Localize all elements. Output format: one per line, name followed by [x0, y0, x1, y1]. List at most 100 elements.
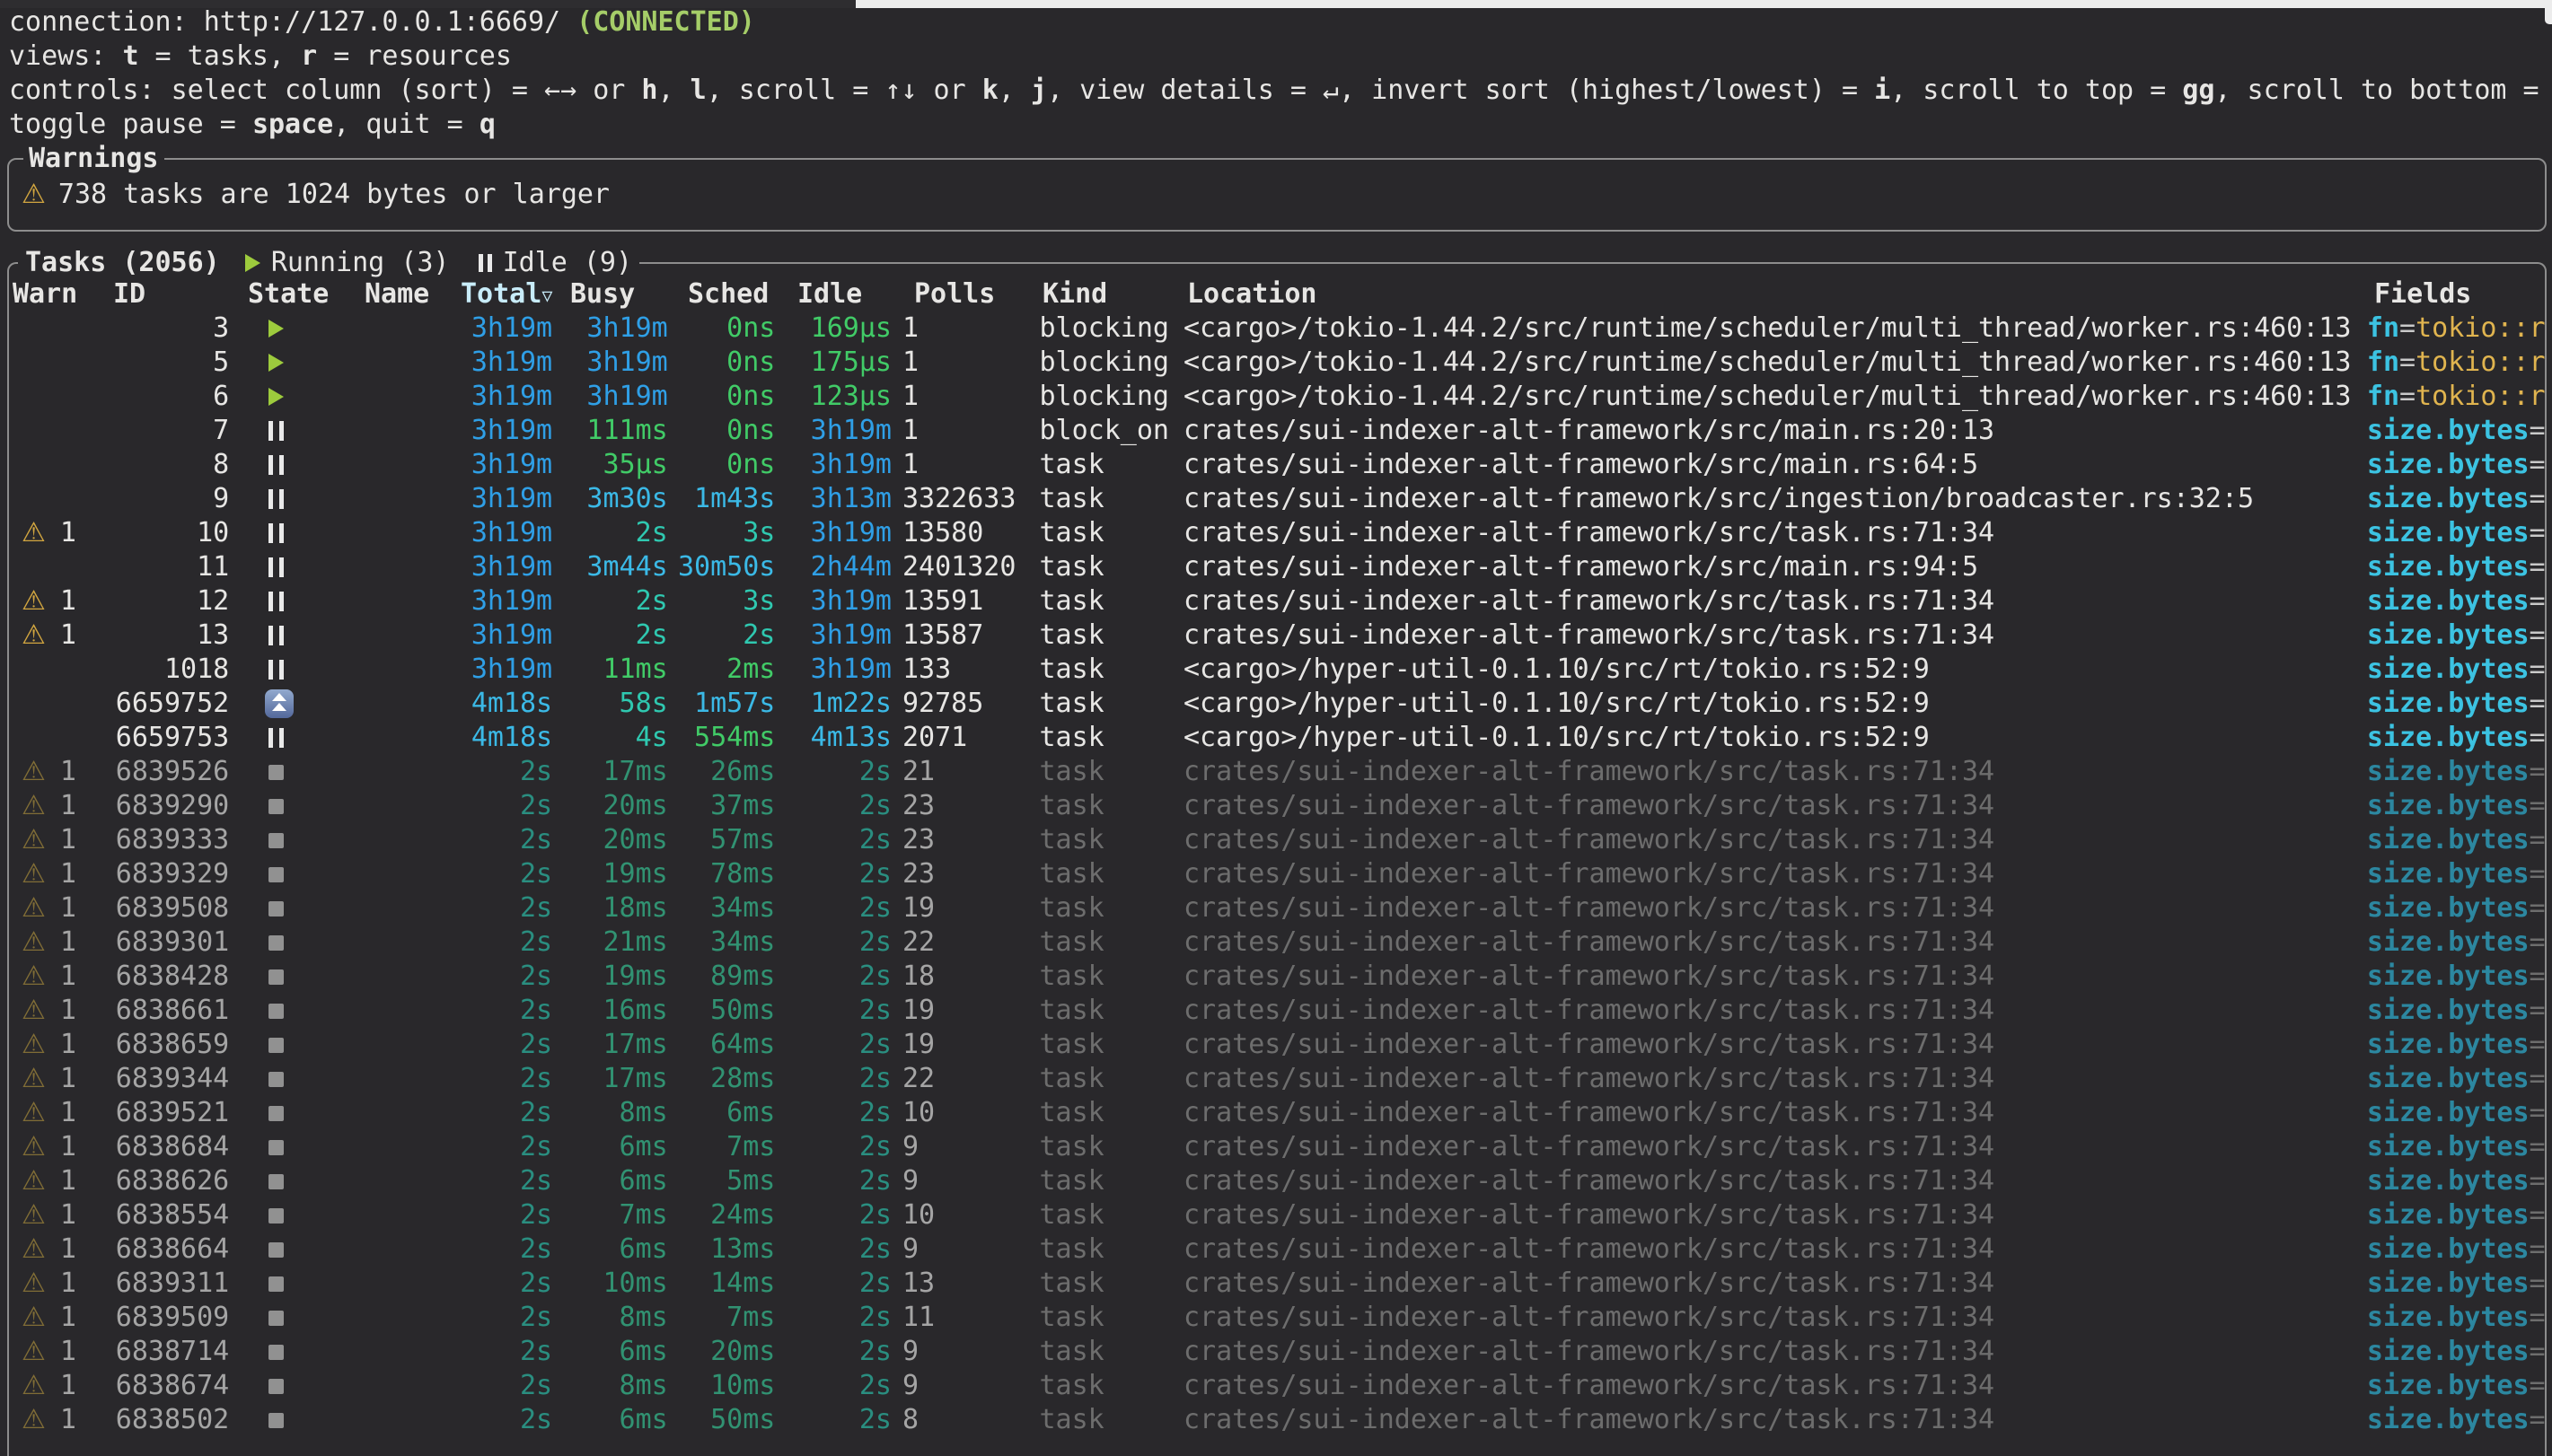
column-header-location[interactable]: Location	[1187, 277, 2374, 311]
table-row[interactable]: ⚠1 6838684 2s 6ms 7ms 2s 9 task crates/s…	[9, 1130, 2545, 1164]
cell-idle: 2s	[775, 960, 892, 994]
column-header-fields[interactable]: Fields	[2374, 277, 2545, 311]
cell-state	[229, 1301, 360, 1335]
warn-count: 1	[60, 858, 76, 890]
completed-icon	[268, 901, 284, 917]
table-row[interactable]: ⚠1 10 3h19m 2s 3s 3h19m 13580 task crate…	[9, 516, 2545, 550]
column-header-state[interactable]: State	[230, 277, 361, 311]
table-row[interactable]: 3 3h19m 3h19m 0ns 169µs 1 blocking <carg…	[9, 311, 2545, 346]
field-equals: =	[2530, 1302, 2545, 1333]
table-row[interactable]: 6659753 4m18s 4s 554ms 4m13s 2071 task <…	[9, 721, 2545, 755]
field-name: size.bytes	[2367, 1097, 2530, 1128]
table-row[interactable]: 7 3h19m 111ms 0ns 3h19m 1 block_on crate…	[9, 414, 2545, 448]
table-row[interactable]: ⚠1 6839290 2s 20ms 37ms 2s 23 task crate…	[9, 789, 2545, 823]
cell-kind: task	[1039, 823, 1184, 857]
table-row[interactable]: ⚠1 6838502 2s 6ms 50ms 2s 8 task crates/…	[9, 1403, 2545, 1437]
table-row[interactable]: ⚠1 6839301 2s 21ms 34ms 2s 22 task crate…	[9, 925, 2545, 960]
cell-id: 6839526	[113, 755, 230, 789]
cell-sched: 26ms	[668, 755, 776, 789]
table-row[interactable]: ⚠1 6839333 2s 20ms 57ms 2s 23 task crate…	[9, 823, 2545, 857]
completed-icon	[268, 1311, 284, 1326]
cell-location: crates/sui-indexer-alt-framework/src/tas…	[1184, 1096, 2367, 1130]
cell-idle: 3h19m	[775, 653, 892, 687]
column-header-idle[interactable]: Idle	[778, 277, 894, 311]
cell-warn: ⚠1	[9, 1062, 113, 1096]
cell-name	[360, 789, 448, 823]
warnings-panel-title: Warnings	[23, 142, 164, 176]
column-header-name[interactable]: Name	[361, 277, 449, 311]
table-row[interactable]: 11 3h19m 3m44s 30m50s 2h44m 2401320 task…	[9, 550, 2545, 584]
cell-warn: ⚠1	[9, 925, 113, 960]
cell-name	[360, 960, 448, 994]
cell-location: crates/sui-indexer-alt-framework/src/tas…	[1184, 1028, 2367, 1062]
cell-location: crates/sui-indexer-alt-framework/src/tas…	[1184, 1062, 2367, 1096]
warn-count: 1	[60, 926, 76, 958]
sort-column-label: Total	[461, 278, 541, 310]
table-row[interactable]: ⚠1 6839508 2s 18ms 34ms 2s 19 task crate…	[9, 891, 2545, 925]
text-segment: toggle pause =	[9, 109, 252, 140]
cell-kind: task	[1039, 550, 1184, 584]
table-row[interactable]: 1018 3h19m 11ms 2ms 3h19m 133 task <carg…	[9, 653, 2545, 687]
field-equals: =	[2530, 449, 2545, 480]
cell-id: 6838661	[113, 994, 230, 1028]
cell-location: crates/sui-indexer-alt-framework/src/tas…	[1184, 1369, 2367, 1403]
table-row[interactable]: 6 3h19m 3h19m 0ns 123µs 1 blocking <carg…	[9, 380, 2545, 414]
table-row[interactable]: 8 3h19m 35µs 0ns 3h19m 1 task crates/sui…	[9, 448, 2545, 482]
cell-id: 6838554	[113, 1198, 230, 1232]
cell-location: <cargo>/tokio-1.44.2/src/runtime/schedul…	[1184, 380, 2367, 414]
cell-idle: 4m13s	[775, 721, 892, 755]
cell-id: 8	[113, 448, 230, 482]
cell-state	[229, 823, 360, 857]
cell-sched: 20ms	[668, 1335, 776, 1369]
cell-polls: 9	[892, 1130, 1040, 1164]
column-header-sched[interactable]: Sched	[670, 277, 778, 311]
cell-polls: 9	[892, 1164, 1040, 1198]
table-row[interactable]: ⚠1 6838554 2s 7ms 24ms 2s 10 task crates…	[9, 1198, 2545, 1232]
table-row[interactable]: ⚠1 6838626 2s 6ms 5ms 2s 9 task crates/s…	[9, 1164, 2545, 1198]
column-header-warn[interactable]: Warn	[9, 277, 113, 311]
column-header-polls[interactable]: Polls	[894, 277, 1043, 311]
field-name: size.bytes	[2367, 858, 2530, 890]
column-header-id[interactable]: ID	[113, 277, 230, 311]
cell-fields: size.bytes=	[2367, 1403, 2545, 1437]
table-row[interactable]: ⚠1 13 3h19m 2s 2s 3h19m 13587 task crate…	[9, 618, 2545, 653]
field-name: size.bytes	[2367, 619, 2530, 651]
cell-sched: 14ms	[668, 1267, 776, 1301]
table-row[interactable]: ⚠1 6838661 2s 16ms 50ms 2s 19 task crate…	[9, 994, 2545, 1028]
cell-busy: 20ms	[552, 823, 668, 857]
table-row[interactable]: ⚠1 12 3h19m 2s 3s 3h19m 13591 task crate…	[9, 584, 2545, 618]
table-row[interactable]: ⚠1 6838714 2s 6ms 20ms 2s 9 task crates/…	[9, 1335, 2545, 1369]
completed-icon	[268, 867, 284, 882]
cell-polls: 1	[892, 346, 1040, 380]
table-row[interactable]: ⚠1 6838659 2s 17ms 64ms 2s 19 task crate…	[9, 1028, 2545, 1062]
text-segment: , view details = ↵, invert sort (highest…	[1047, 75, 1874, 106]
table-row[interactable]: ⚠1 6838664 2s 6ms 13ms 2s 9 task crates/…	[9, 1232, 2545, 1267]
table-row[interactable]: ⚠1 6838428 2s 19ms 89ms 2s 18 task crate…	[9, 960, 2545, 994]
table-row[interactable]: 5 3h19m 3h19m 0ns 175µs 1 blocking <carg…	[9, 346, 2545, 380]
warning-icon: ⚠	[22, 892, 46, 924]
field-name: size.bytes	[2367, 483, 2530, 514]
table-row[interactable]: 6659752 4m18s 58s 1m57s 1m22s 92785 task…	[9, 687, 2545, 721]
cell-total: 2s	[447, 755, 552, 789]
table-row[interactable]: ⚠1 6839509 2s 8ms 7ms 2s 11 task crates/…	[9, 1301, 2545, 1335]
table-row[interactable]: ⚠1 6839526 2s 17ms 26ms 2s 21 task crate…	[9, 755, 2545, 789]
column-header-total-sorted[interactable]: Total▿	[449, 277, 554, 311]
table-row[interactable]: ⚠1 6839521 2s 8ms 6ms 2s 10 task crates/…	[9, 1096, 2545, 1130]
field-value: tokio::r	[2416, 346, 2545, 378]
cell-sched: 5ms	[668, 1164, 776, 1198]
cell-name	[360, 584, 448, 618]
column-header-kind[interactable]: Kind	[1043, 277, 1187, 311]
table-row[interactable]: 9 3h19m 3m30s 1m43s 3h13m 3322633 task c…	[9, 482, 2545, 516]
table-row[interactable]: ⚠1 6839329 2s 19ms 78ms 2s 23 task crate…	[9, 857, 2545, 891]
warning-icon: ⚠	[22, 585, 46, 617]
cell-idle: 2s	[775, 1403, 892, 1437]
running-icon	[268, 320, 284, 338]
table-row[interactable]: ⚠1 6839311 2s 10ms 14ms 2s 13 task crate…	[9, 1267, 2545, 1301]
cell-polls: 13	[892, 1267, 1040, 1301]
table-row[interactable]: ⚠1 6839344 2s 17ms 28ms 2s 22 task crate…	[9, 1062, 2545, 1096]
cell-idle: 2s	[775, 857, 892, 891]
column-header-busy[interactable]: Busy	[554, 277, 670, 311]
table-row[interactable]: ⚠1 6838674 2s 8ms 10ms 2s 9 task crates/…	[9, 1369, 2545, 1403]
text-segment: connection:	[9, 6, 204, 38]
views-line: views: t = tasks, r = resources	[9, 39, 2552, 74]
